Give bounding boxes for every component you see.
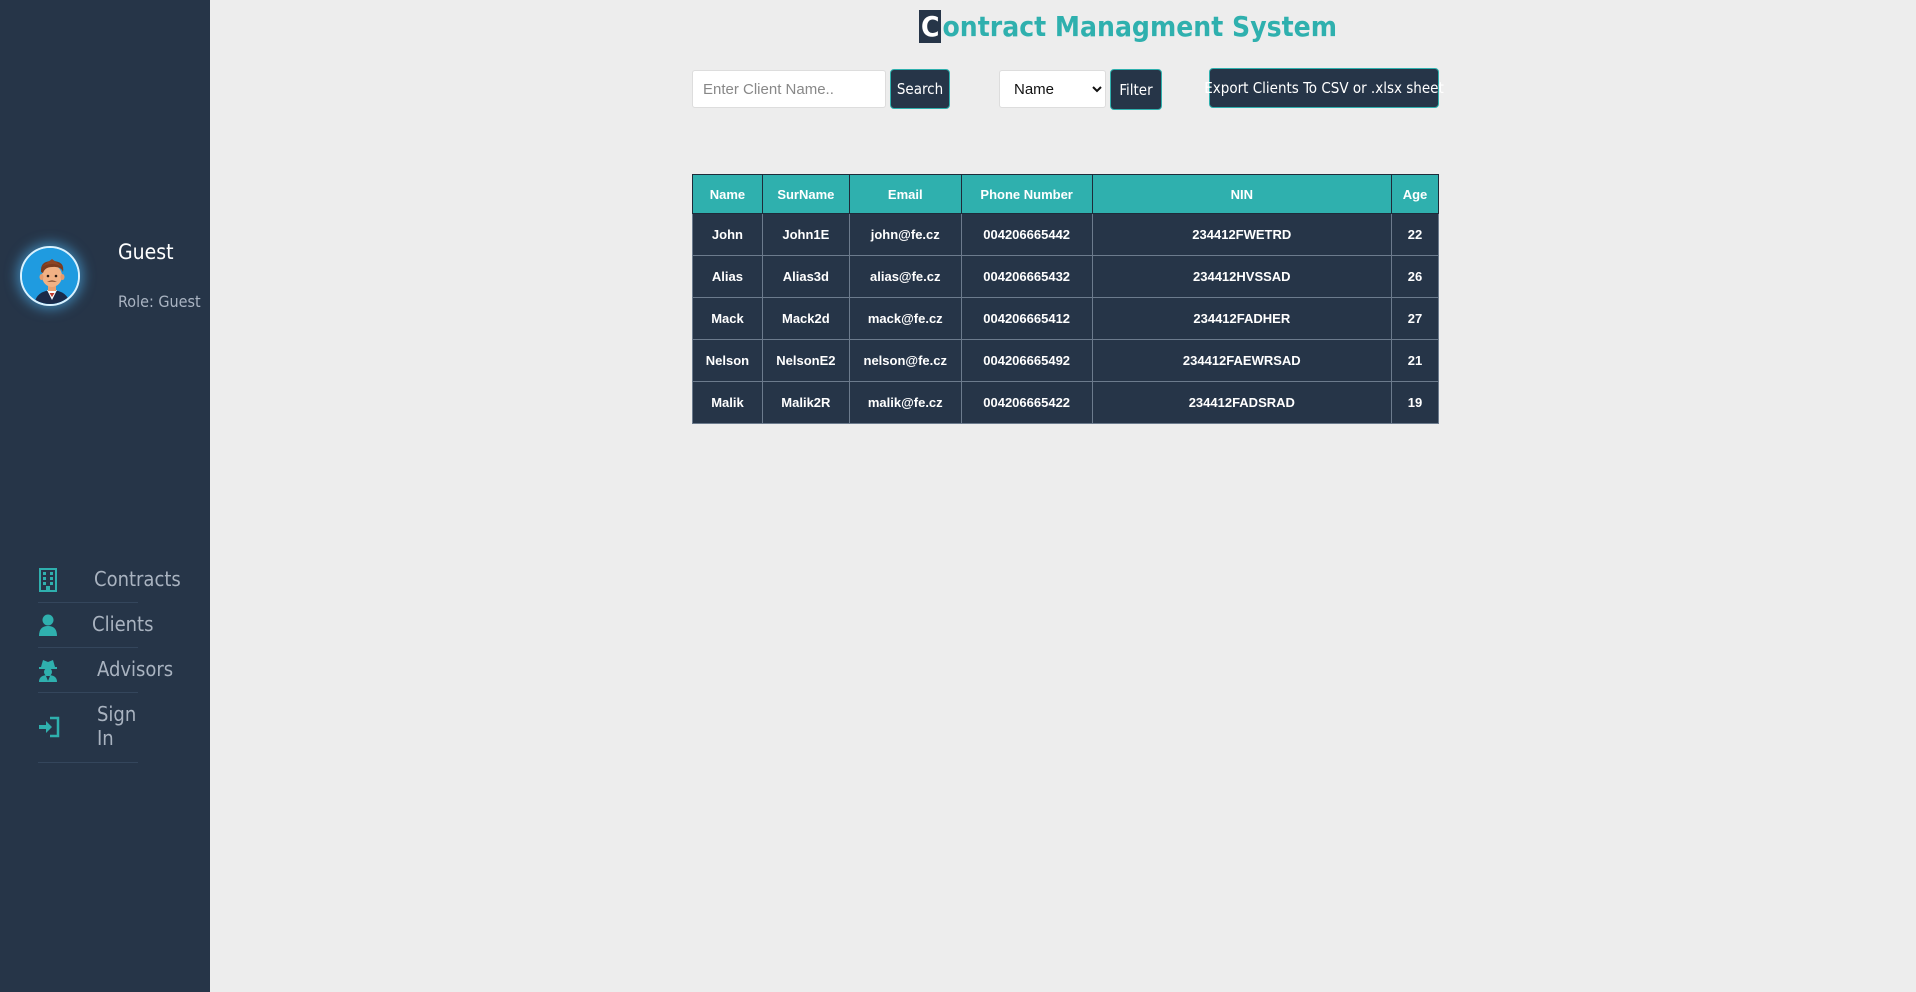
cell-surname: NelsonE2 — [761, 339, 850, 382]
cell-phone: 004206665432 — [960, 255, 1093, 298]
sidebar-item-label: Advisors — [97, 657, 174, 681]
cell-email: john@fe.cz — [848, 213, 962, 256]
cell-phone: 004206665442 — [960, 213, 1093, 256]
table-row[interactable]: John John1E john@fe.cz 004206665442 2344… — [692, 213, 1439, 256]
table-row[interactable]: Mack Mack2d mack@fe.cz 004206665412 2344… — [692, 297, 1439, 340]
cell-name: Mack — [692, 297, 763, 340]
cell-email: nelson@fe.cz — [848, 339, 962, 382]
cell-name: Alias — [692, 255, 763, 298]
cell-surname: Malik2R — [761, 381, 850, 424]
column-header-name: Name — [692, 174, 763, 214]
table-header-row: Name SurName Email Phone Number NIN Age — [692, 174, 1439, 214]
cell-name: Nelson — [692, 339, 763, 382]
export-clients-button[interactable]: Export Clients To CSV or .xlsx sheet — [1204, 68, 1444, 108]
user-secret-icon — [39, 660, 57, 682]
user-icon — [39, 614, 57, 636]
page-title-rest: ontract Managment System — [942, 10, 1337, 43]
cell-nin: 234412FWETRD — [1091, 213, 1393, 256]
cell-age: 19 — [1391, 381, 1439, 424]
cell-name: Malik — [692, 381, 763, 424]
cell-surname: John1E — [761, 213, 850, 256]
page-title: Contract Managment System — [919, 10, 1337, 43]
table-row[interactable]: Malik Malik2R malik@fe.cz 004206665422 2… — [692, 381, 1439, 424]
sidebar-item-label: Contracts — [94, 567, 181, 591]
cell-phone: 004206665492 — [960, 339, 1093, 382]
cell-surname: Alias3d — [761, 255, 850, 298]
column-header-surname: SurName — [761, 174, 850, 214]
sign-in-icon — [39, 716, 60, 738]
sidebar-item-label: Sign In — [97, 702, 137, 750]
sidebar-nav: Contracts Clients Advisors Sign In — [38, 558, 181, 763]
sidebar-item-sign-in[interactable]: Sign In — [38, 693, 138, 763]
sidebar-item-contracts[interactable]: Contracts — [38, 558, 181, 603]
column-header-phone: Phone Number — [960, 174, 1093, 214]
client-search-input[interactable] — [692, 70, 886, 108]
cell-email: alias@fe.cz — [848, 255, 962, 298]
clients-table: Name SurName Email Phone Number NIN Age … — [692, 174, 1439, 424]
cell-email: malik@fe.cz — [848, 381, 962, 424]
cell-surname: Mack2d — [761, 297, 850, 340]
cell-nin: 234412HVSSAD — [1091, 255, 1393, 298]
cell-phone: 004206665412 — [960, 297, 1093, 340]
cell-age: 21 — [1391, 339, 1439, 382]
cell-name: John — [692, 213, 763, 256]
guest-avatar-icon — [22, 248, 78, 304]
sidebar-item-label: Clients — [92, 612, 154, 636]
filter-button[interactable]: Filter — [1110, 69, 1162, 110]
cell-age: 26 — [1391, 255, 1439, 298]
cell-nin: 234412FADHER — [1091, 297, 1393, 340]
sidebar-item-advisors[interactable]: Advisors — [38, 648, 173, 693]
cell-phone: 004206665422 — [960, 381, 1093, 424]
search-button[interactable]: Search — [890, 69, 950, 109]
cell-nin: 234412FAEWRSAD — [1091, 339, 1393, 382]
user-role: Role: Guest — [118, 292, 201, 311]
sidebar-item-clients[interactable]: Clients — [38, 603, 153, 648]
user-name: Guest — [118, 240, 174, 264]
cell-age: 27 — [1391, 297, 1439, 340]
filter-select[interactable]: Name — [999, 70, 1106, 108]
column-header-age: Age — [1391, 174, 1439, 214]
cell-age: 22 — [1391, 213, 1439, 256]
avatar — [20, 246, 80, 306]
table-row[interactable]: Alias Alias3d alias@fe.cz 004206665432 2… — [692, 255, 1439, 298]
column-header-nin: NIN — [1091, 174, 1393, 214]
sidebar: Guest Role: Guest Contracts Clients Advi… — [0, 0, 210, 992]
table-row[interactable]: Nelson NelsonE2 nelson@fe.cz 00420666549… — [692, 339, 1439, 382]
cell-email: mack@fe.cz — [848, 297, 962, 340]
page-title-first-letter: C — [919, 10, 942, 43]
cell-nin: 234412FADSRAD — [1091, 381, 1393, 424]
column-header-email: Email — [848, 174, 962, 214]
building-icon — [39, 568, 57, 592]
